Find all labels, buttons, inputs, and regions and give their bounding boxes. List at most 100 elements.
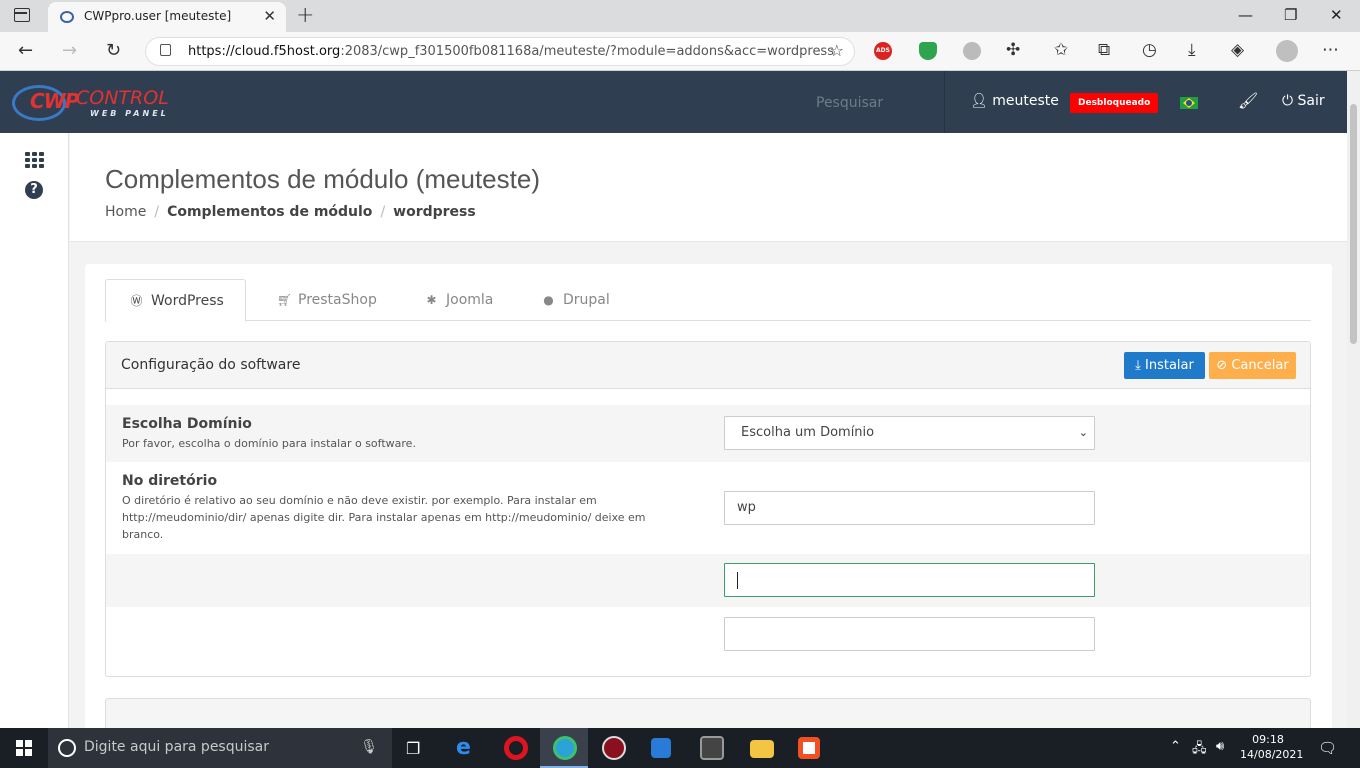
app-tool-icon[interactable] [700,736,724,760]
search-input[interactable]: Pesquisar [816,95,883,111]
directory-label: No diretório [122,473,218,489]
tab-actions-icon[interactable] [14,8,30,22]
edge-icon[interactable] [553,736,577,760]
chevron-down-icon: ⌄ [1078,426,1088,439]
microphone-icon[interactable]: 🎙︎ [360,739,378,755]
notifications-icon[interactable]: 🗨︎ [1318,739,1337,757]
add-favorite-icon[interactable]: ☆ [830,41,844,60]
back-arrow-icon[interactable]: ← [18,40,33,61]
windows-start-icon[interactable] [16,740,32,756]
panel-title: Configuração do software [121,357,301,373]
clock-time: 09:18 [1252,733,1284,746]
install-label: Instalar [1145,358,1194,373]
apps-grid-icon[interactable] [25,152,45,168]
downloads-icon[interactable]: ⤓ [1188,40,1196,60]
new-tab-button[interactable]: + [296,3,314,28]
tab-wordpress[interactable]: Ⓦ WordPress [105,279,246,322]
brazil-flag-icon[interactable] [1180,97,1198,109]
username: meuteste [992,93,1059,109]
wordpress-icon: Ⓦ [130,294,143,308]
text-input-4[interactable] [724,617,1095,651]
install-button[interactable]: ⤓ Instalar [1124,352,1205,379]
tab-label: WordPress [151,293,224,309]
cancel-icon: ⊘ [1216,358,1228,373]
breadcrumb-home[interactable]: Home [105,204,146,220]
breadcrumb: Home / Complementos de módulo / wordpress [105,204,476,220]
addons-card: Ⓦ WordPress 🛒︎ PrestaShop ✱ Joomla ● Drupal … [85,264,1332,728]
directory-input[interactable]: wp [724,491,1095,525]
download-icon: ⤓ [1135,358,1141,373]
volume-icon[interactable]: 🔊︎ [1216,739,1224,754]
domain-help: Por favor, escolha o domínio para instal… [122,437,416,450]
scrollbar-thumb[interactable] [1350,104,1357,344]
shield-icon[interactable] [919,42,937,60]
domain-row: Escolha Domínio Por favor, escolha o dom… [106,405,1310,462]
user-menu[interactable]: 👤︎ meuteste [970,93,1059,109]
logout-button[interactable]: ⏻ Sair [1282,93,1325,109]
history-icon[interactable]: ◷ [1142,40,1157,60]
tab-title: CWPpro.user [meuteste] [84,9,232,23]
cwp-logo[interactable]: CWP CONTROL WEB PANEL [12,85,182,121]
cancel-button[interactable]: ⊘ Cancelar [1209,352,1296,379]
browser-toolbar: ← → ↻ https://cloud.f5host.org:2083/cwp_… [0,32,1360,71]
status-badge[interactable]: Desbloqueado [1070,93,1159,113]
profile-avatar[interactable] [1276,40,1298,62]
page-scrollbar[interactable] [1347,71,1360,728]
site-favicon-icon [60,11,74,23]
network-app-icon[interactable] [651,738,671,758]
collections-icon[interactable]: ⧉ [1098,40,1110,60]
software-config-panel: Configuração do software ⤓ Instalar ⊘ Ca… [105,341,1311,677]
field-row-4 [106,607,1310,677]
theme-brush-icon[interactable]: 🖌︎ [1238,91,1258,110]
power-icon: ⏻ [1282,93,1294,109]
tab-prestashop[interactable]: 🛒︎ PrestaShop [277,279,377,321]
minimize-button[interactable]: — [1238,6,1253,24]
directory-input-value: wp [737,500,756,515]
cancel-label: Cancelar [1231,358,1289,373]
edge-legacy-icon[interactable]: e [456,736,480,760]
taskbar-search[interactable]: Digite aqui para pesquisar 🎙︎ [48,728,392,768]
clock-date: 14/08/2021 [1240,748,1304,761]
network-icon[interactable]: 🖧︎ [1192,739,1207,761]
forward-arrow-icon[interactable]: → [62,40,77,61]
extension-icon[interactable] [963,42,981,60]
breadcrumb-addons[interactable]: Complementos de módulo [167,204,372,220]
task-view-icon[interactable]: ❐ [406,739,420,758]
clock[interactable]: 09:18 14/08/2021 [1240,732,1304,762]
store-icon[interactable] [798,737,820,759]
tab-drupal[interactable]: ● Drupal [542,279,610,321]
cart-icon: 🛒︎ [277,293,293,307]
main-content: Complementos de módulo (meuteste) Home / C… [70,133,1347,728]
browser-tab[interactable]: CWPpro.user [meuteste] ✕ [48,2,286,32]
tab-close-icon[interactable]: ✕ [263,7,276,25]
breadcrumb-current: wordpress [393,204,476,220]
domain-label: Escolha Domínio [122,416,252,432]
url-text: https://cloud.f5host.org:2083/cwp_f30150… [188,44,834,59]
reload-icon[interactable]: ↻ [106,40,121,61]
domain-select[interactable]: Escolha um Domínio ⌄ [724,416,1095,450]
address-bar[interactable]: https://cloud.f5host.org:2083/cwp_f30150… [145,37,855,66]
logo-cwp-text: CWP [30,89,79,113]
ads-blocker-icon[interactable]: ADS [874,42,892,60]
sidebar: ? [0,133,69,728]
chevron-up-icon[interactable]: ⌃ [1170,739,1181,754]
opera-icon[interactable] [504,736,528,760]
page-header: Complementos de módulo (meuteste) Home / C… [70,133,1347,242]
text-input-3[interactable] [724,563,1095,597]
taskbar-search-placeholder: Digite aqui para pesquisar [84,739,270,755]
tab-joomla[interactable]: ✱ Joomla [425,279,493,321]
text-cursor [737,572,738,589]
app-red-icon[interactable] [602,736,626,760]
restore-button[interactable]: ❐ [1284,6,1297,24]
header-divider [944,71,945,133]
more-menu-icon[interactable]: ⋯ [1322,40,1339,60]
performance-icon[interactable]: ◈ [1231,40,1244,60]
favorites-icon[interactable]: ✩ [1054,40,1068,60]
close-window-button[interactable]: ✕ [1330,6,1343,24]
cwp-header: CWP CONTROL WEB PANEL Pesquisar 👤︎ meute… [0,71,1347,133]
field-row-3 [106,554,1310,607]
logo-webpanel-text: WEB PANEL [90,109,169,118]
file-explorer-icon[interactable] [750,740,774,758]
help-icon[interactable]: ? [25,181,43,199]
extensions-puzzle-icon[interactable]: ✣ [1006,40,1020,60]
